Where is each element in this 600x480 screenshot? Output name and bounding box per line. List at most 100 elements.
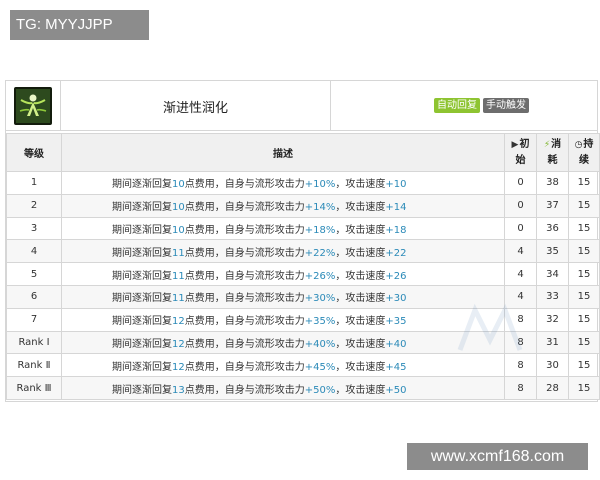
duration-cell: 15 <box>568 284 600 309</box>
desc-cell: 期间逐渐回复12点费用，自身与流形攻击力+45%，攻击速度+45 <box>61 353 505 378</box>
skill-icon-cell <box>6 81 61 131</box>
initial-cell: 8 <box>504 376 537 400</box>
header-duration-top: 持 <box>583 139 594 150</box>
desc-text: 期间逐渐回复 <box>112 316 172 328</box>
table-row: 1 期间逐渐回复10点费用，自身与流形攻击力+10%，攻击速度+10 0 38 … <box>6 171 600 195</box>
level-cell: 6 <box>6 284 62 309</box>
desc-text: 点费用，自身与流形攻击力 <box>184 270 305 282</box>
desc-value: +50% <box>304 384 336 396</box>
level-cell: Rank Ⅰ <box>6 330 62 355</box>
header-level: 等级 <box>6 133 62 172</box>
desc-cell: 期间逐渐回复12点费用，自身与流形攻击力+40%，攻击速度+40 <box>61 330 505 355</box>
desc-cell: 期间逐渐回复11点费用，自身与流形攻击力+26%，攻击速度+26 <box>61 262 505 286</box>
level-cell: 3 <box>6 216 62 241</box>
desc-text: 点费用，自身与流形攻击力 <box>184 384 305 396</box>
desc-text: 点费用，自身与流形攻击力 <box>184 179 305 191</box>
level-cell: 2 <box>6 193 62 218</box>
initial-cell: 0 <box>504 216 537 241</box>
desc-text: 期间逐渐回复 <box>112 338 172 350</box>
initial-cell: 4 <box>504 262 537 286</box>
desc-text: ，攻击速度 <box>335 179 386 191</box>
desc-value: +45% <box>304 361 336 373</box>
desc-text: 期间逐渐回复 <box>112 384 172 396</box>
desc-value: +50 <box>385 384 407 396</box>
desc-text: ，攻击速度 <box>335 361 386 373</box>
duration-cell: 15 <box>568 239 600 264</box>
desc-text: 点费用，自身与流形攻击力 <box>184 293 305 305</box>
desc-value: +35% <box>304 316 336 328</box>
cost-cell: 35 <box>536 239 569 264</box>
skill-tags: 自动回复 手动触发 <box>331 81 597 130</box>
desc-text: ，攻击速度 <box>335 202 386 214</box>
initial-cell: 4 <box>504 239 537 264</box>
desc-cell: 期间逐渐回复13点费用，自身与流形攻击力+50%，攻击速度+50 <box>61 376 505 400</box>
table-row: 5 期间逐渐回复11点费用，自身与流形攻击力+26%，攻击速度+26 4 34 … <box>6 262 600 286</box>
desc-value: +40% <box>304 338 336 350</box>
cost-cell: 31 <box>536 330 569 355</box>
header-initial-bottom: 始 <box>515 155 526 166</box>
desc-value: +26 <box>385 270 407 282</box>
desc-text: 点费用，自身与流形攻击力 <box>184 224 305 236</box>
watermark-bottom: www.xcmf168.com <box>407 443 588 470</box>
skill-name: 渐进性润化 <box>61 81 331 131</box>
skill-header: 渐进性润化 自动回复 手动触发 <box>6 81 597 131</box>
skill-icon <box>14 87 52 125</box>
table-row: 3 期间逐渐回复10点费用，自身与流形攻击力+18%，攻击速度+18 0 36 … <box>6 216 600 241</box>
table-row: Rank Ⅲ 期间逐渐回复13点费用，自身与流形攻击力+50%，攻击速度+50 … <box>6 376 600 400</box>
desc-text: 点费用，自身与流形攻击力 <box>184 316 305 328</box>
duration-cell: 15 <box>568 193 600 218</box>
desc-value: 10 <box>172 179 185 191</box>
desc-value: 12 <box>172 361 185 373</box>
desc-value: +14 <box>385 202 407 214</box>
level-cell: 7 <box>6 307 62 332</box>
desc-cell: 期间逐渐回复12点费用，自身与流形攻击力+35%，攻击速度+35 <box>61 307 505 332</box>
desc-value: 10 <box>172 202 185 214</box>
header-cost-top: 消 <box>551 139 562 150</box>
desc-text: 点费用，自身与流形攻击力 <box>184 338 305 350</box>
table-header-row: 等级 描述 ▶初始 ⚡消耗 ◷持续 <box>6 133 600 172</box>
duration-cell: 15 <box>568 353 600 378</box>
desc-value: +18 <box>385 224 407 236</box>
cost-cell: 28 <box>536 376 569 400</box>
desc-value: 11 <box>172 293 185 305</box>
cost-cell: 38 <box>536 171 569 195</box>
desc-value: +22% <box>304 247 336 259</box>
desc-value: +22 <box>385 247 407 259</box>
duration-cell: 15 <box>568 216 600 241</box>
duration-cell: 15 <box>568 307 600 332</box>
desc-value: +30% <box>304 293 336 305</box>
desc-value: +14% <box>304 202 336 214</box>
watermark-top: TG: MYYJJPP <box>10 10 149 40</box>
desc-value: +26% <box>304 270 336 282</box>
level-cell: 4 <box>6 239 62 264</box>
duration-cell: 15 <box>568 376 600 400</box>
header-cost: ⚡消耗 <box>536 133 569 172</box>
clock-icon: ◷ <box>574 140 583 150</box>
desc-value: +30 <box>385 293 407 305</box>
initial-cell: 0 <box>504 193 537 218</box>
desc-text: 期间逐渐回复 <box>112 293 172 305</box>
table-row: 4 期间逐渐回复11点费用，自身与流形攻击力+22%，攻击速度+22 4 35 … <box>6 239 600 264</box>
duration-cell: 15 <box>568 262 600 286</box>
tag-auto-recovery: 自动回复 <box>434 98 480 113</box>
desc-value: +10 <box>385 179 407 191</box>
desc-text: 点费用，自身与流形攻击力 <box>184 247 305 259</box>
desc-text: ，攻击速度 <box>335 338 386 350</box>
lightning-icon: ⚡ <box>543 140 551 150</box>
desc-value: +40 <box>385 338 407 350</box>
cost-cell: 37 <box>536 193 569 218</box>
desc-value: +35 <box>385 316 407 328</box>
desc-value: +18% <box>304 224 336 236</box>
desc-cell: 期间逐渐回复11点费用，自身与流形攻击力+30%，攻击速度+30 <box>61 284 505 309</box>
level-cell: 5 <box>6 262 62 286</box>
desc-value: 11 <box>172 270 185 282</box>
desc-text: ，攻击速度 <box>335 316 386 328</box>
desc-cell: 期间逐渐回复11点费用，自身与流形攻击力+22%，攻击速度+22 <box>61 239 505 264</box>
cost-cell: 36 <box>536 216 569 241</box>
desc-value: +10% <box>304 179 336 191</box>
desc-cell: 期间逐渐回复10点费用，自身与流形攻击力+14%，攻击速度+14 <box>61 193 505 218</box>
desc-text: 期间逐渐回复 <box>112 361 172 373</box>
cost-cell: 30 <box>536 353 569 378</box>
play-icon: ▶ <box>511 140 519 150</box>
desc-text: ，攻击速度 <box>335 270 386 282</box>
